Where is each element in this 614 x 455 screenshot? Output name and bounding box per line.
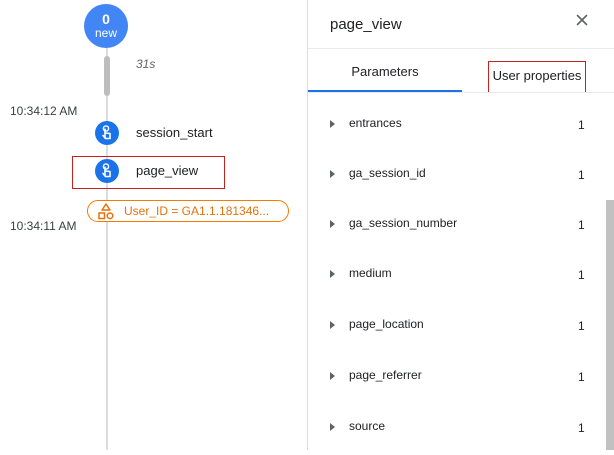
parameter-value: 1 <box>578 421 585 435</box>
parameter-name: ga_session_id <box>349 166 426 180</box>
parameter-row[interactable]: source 1 <box>308 405 598 455</box>
parameter-name: medium <box>349 266 392 280</box>
caret-right-icon <box>330 321 335 329</box>
caret-right-icon <box>330 220 335 228</box>
parameter-row[interactable]: entrances 1 <box>308 102 598 152</box>
touch-icon[interactable] <box>95 121 119 145</box>
new-events-count: 0 <box>102 11 110 27</box>
panel-scrollbar-thumb[interactable] <box>606 200 614 450</box>
parameter-value: 1 <box>578 370 585 384</box>
header-divider <box>308 48 614 49</box>
parameter-value: 1 <box>578 319 585 333</box>
caret-right-icon <box>330 372 335 380</box>
parameter-row[interactable]: ga_session_number 1 <box>308 202 598 252</box>
shapes-icon <box>97 203 115 225</box>
parameter-value: 1 <box>578 268 585 282</box>
event-session-start[interactable]: session_start <box>136 125 213 140</box>
new-events-label: new <box>94 26 117 40</box>
user-property-pill[interactable]: User_ID = GA1.1.181346... <box>87 200 289 222</box>
parameter-row[interactable]: medium 1 <box>308 252 598 302</box>
tab-parameters[interactable]: Parameters <box>308 52 462 92</box>
new-events-badge[interactable]: 0 new <box>84 4 128 48</box>
caret-right-icon <box>330 423 335 431</box>
parameter-name: page_referrer <box>349 368 422 382</box>
tab-user-properties[interactable]: User properties <box>488 61 586 93</box>
touch-icon[interactable] <box>95 159 119 183</box>
parameter-value: 1 <box>578 168 585 182</box>
time-gap-label: 31s <box>136 57 156 71</box>
caret-right-icon <box>330 270 335 278</box>
timeline-scroll-thumb[interactable] <box>104 56 110 96</box>
caret-right-icon <box>330 170 335 178</box>
parameter-name: entrances <box>349 116 402 130</box>
parameter-name: page_location <box>349 317 424 331</box>
parameter-row[interactable]: page_location 1 <box>308 303 598 353</box>
timeline-line <box>106 96 108 450</box>
parameter-name: ga_session_number <box>349 216 458 230</box>
parameter-row[interactable]: ga_session_id 1 <box>308 152 598 202</box>
parameter-name: source <box>349 419 386 433</box>
parameter-row[interactable]: page_referrer 1 <box>308 354 598 404</box>
timestamp: 10:34:11 AM <box>10 219 77 233</box>
caret-right-icon <box>330 120 335 128</box>
event-detail-panel: page_view Parameters User properties ent… <box>307 0 614 450</box>
parameter-value: 1 <box>578 218 585 232</box>
event-page-view[interactable]: page_view <box>136 163 198 178</box>
event-timeline: 0 new 31s 10:34:12 AM session_start page… <box>0 0 306 450</box>
panel-title: page_view <box>330 16 402 33</box>
user-property-text: User_ID = GA1.1.181346... <box>124 204 270 218</box>
tabs-divider <box>308 92 614 93</box>
close-icon[interactable] <box>573 11 591 29</box>
timestamp: 10:34:12 AM <box>10 104 78 118</box>
parameter-value: 1 <box>578 118 585 132</box>
